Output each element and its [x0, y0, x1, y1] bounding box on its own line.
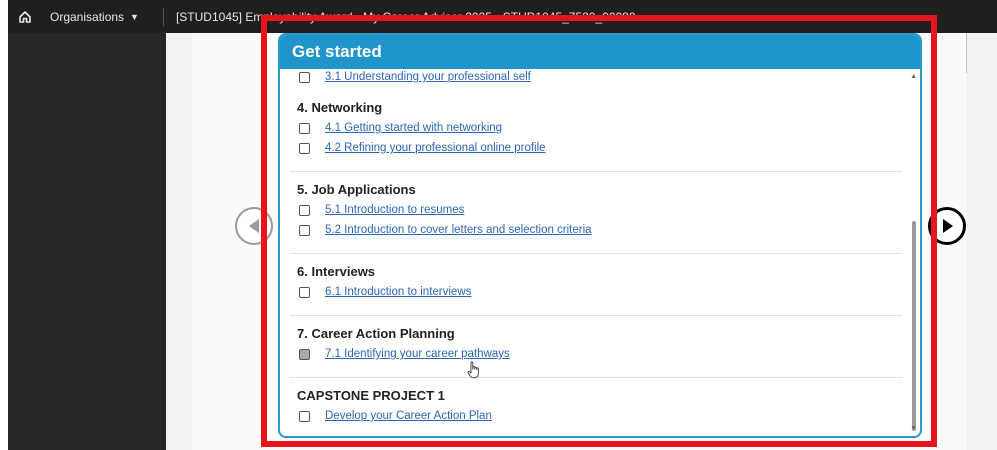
get-started-panel: Get started 3.1 Understanding your profe… [278, 33, 922, 438]
section-divider [290, 253, 902, 254]
next-button[interactable] [928, 207, 966, 245]
item-checkbox[interactable] [299, 286, 310, 298]
list-item[interactable]: 4.2 Refining your professional online pr… [297, 138, 908, 158]
list-item[interactable]: 4.1 Getting started with networking [297, 118, 908, 138]
module-job-applications: 5. Job Applications 5.1 Introduction to … [297, 182, 908, 240]
section-divider [290, 171, 902, 172]
previous-button[interactable] [235, 207, 273, 245]
item-checkbox[interactable] [299, 348, 310, 360]
item-link[interactable]: 4.2 Refining your professional online pr… [325, 142, 546, 154]
item-checkbox[interactable] [299, 71, 310, 83]
panel-title: Get started [280, 35, 920, 69]
left-sidebar [8, 33, 166, 450]
item-link[interactable]: Develop your Career Action Plan [325, 410, 492, 422]
caret-down-icon: ▼ [130, 11, 139, 22]
organisations-menu-button[interactable]: Organisations ▼ [50, 10, 139, 24]
panel-body: 3.1 Understanding your professional self… [280, 69, 908, 436]
previous-arrow-icon [249, 219, 259, 233]
scrollbar-thumb[interactable] [912, 221, 916, 431]
item-link[interactable]: 5.2 Introduction to cover letters and se… [325, 224, 592, 236]
list-item[interactable]: 7.1 Identifying your career pathways [297, 344, 908, 364]
item-checkbox[interactable] [299, 224, 310, 236]
list-item[interactable]: 6.1 Introduction to interviews [297, 282, 908, 302]
list-item[interactable]: 5.2 Introduction to cover letters and se… [297, 220, 908, 240]
module-career-action-planning: 7. Career Action Planning 7.1 Identifyin… [297, 326, 908, 364]
module-title: 7. Career Action Planning [297, 326, 455, 341]
item-link[interactable]: 7.1 Identifying your career pathways [325, 348, 510, 360]
module-title: 6. Interviews [297, 264, 376, 279]
section-divider [290, 315, 902, 316]
section-divider [290, 377, 902, 378]
topbar-separator [162, 7, 164, 26]
item-checkbox[interactable] [299, 122, 310, 134]
module-title: 4. Networking [297, 100, 383, 115]
cut-off-item: 3.1 Understanding your professional self [297, 69, 908, 87]
item-link[interactable]: 5.1 Introduction to resumes [325, 204, 464, 216]
item-link[interactable]: 6.1 Introduction to interviews [325, 286, 471, 298]
item-checkbox[interactable] [299, 410, 310, 422]
scroll-down-icon[interactable]: ▼ [910, 425, 917, 432]
item-checkbox[interactable] [299, 204, 310, 216]
organisations-label: Organisations [50, 9, 125, 24]
scroll-up-icon[interactable]: ▲ [910, 73, 917, 80]
module-title: 5. Job Applications [297, 182, 416, 197]
module-title: CAPSTONE PROJECT 1 [297, 388, 445, 403]
item-link[interactable]: 3.1 Understanding your professional self [325, 71, 531, 83]
next-arrow-icon [943, 219, 953, 233]
course-title[interactable]: [STUD1045] Employability Award - My Care… [176, 10, 636, 24]
module-networking: 4. Networking 4.1 Getting started with n… [297, 100, 908, 158]
module-capstone-project: CAPSTONE PROJECT 1 Develop your Career A… [297, 388, 908, 426]
list-item[interactable]: 5.1 Introduction to resumes [297, 200, 908, 220]
home-icon[interactable] [14, 6, 36, 28]
list-item[interactable]: 3.1 Understanding your professional self [297, 69, 908, 87]
hand-pointer-icon [467, 361, 481, 384]
viewer-divider [966, 33, 967, 73]
item-link[interactable]: 4.1 Getting started with networking [325, 122, 502, 134]
list-item[interactable]: Develop your Career Action Plan [297, 406, 908, 426]
item-checkbox[interactable] [299, 142, 310, 154]
module-interviews: 6. Interviews 6.1 Introduction to interv… [297, 264, 908, 302]
top-navigation-bar: Organisations ▼ [STUD1045] Employability… [8, 0, 997, 33]
